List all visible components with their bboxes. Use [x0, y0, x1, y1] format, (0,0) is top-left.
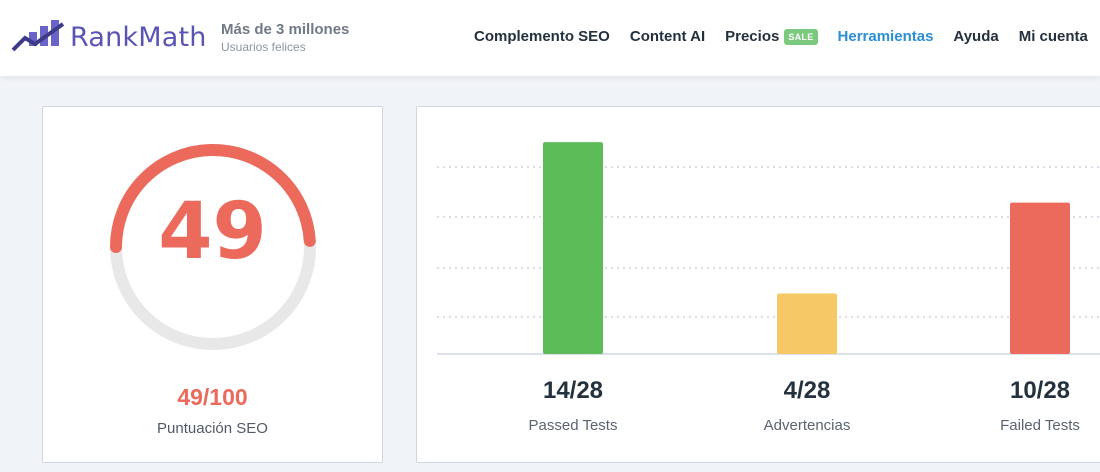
tagline: Más de 3 millones Usuarios felices — [221, 21, 349, 54]
nav-content-ai[interactable]: Content AI — [630, 28, 705, 45]
warnings-value: 4/28 — [783, 377, 831, 404]
sale-badge: SALE — [784, 28, 818, 45]
rankmath-logo-icon[interactable] — [11, 18, 67, 54]
nav-label: Content AI — [629, 28, 706, 45]
tests-summary-card: 14/28 Passed Tests 4/28 Advertencias 10/… — [416, 106, 1100, 463]
nav-label: Complemento SEO — [474, 28, 610, 45]
tagline-main: Más de 3 millones — [221, 21, 350, 38]
brand-rank: Rank — [70, 22, 139, 53]
nav-label: Herramientas — [837, 28, 934, 45]
nav-complemento-seo[interactable]: Complemento SEO — [474, 28, 610, 45]
failed-tests-label: Failed Tests — [1000, 417, 1080, 434]
failed-tests-value: 10/28 — [1009, 377, 1071, 404]
nav-label: Ayuda — [953, 28, 999, 45]
seo-score-card: 49 49/100 Puntuación SEO — [42, 106, 383, 463]
passed-tests-value: 14/28 — [542, 377, 604, 404]
score-label: Puntuación SEO — [157, 420, 268, 437]
tagline-sub: Usuarios felices — [221, 40, 306, 54]
passed-tests-label: Passed Tests — [528, 417, 618, 434]
nav-precios[interactable]: Precios SALE — [725, 28, 818, 45]
warnings-label: Advertencias — [763, 417, 851, 434]
bar-advertencias — [777, 293, 837, 354]
nav-herramientas[interactable]: Herramientas — [838, 28, 934, 45]
site-header: RankMath Más de 3 millones Usuarios feli… — [0, 0, 1100, 76]
nav-mi-cuenta[interactable]: Mi cuenta — [1019, 28, 1088, 45]
brand-math: Math — [138, 22, 207, 53]
score-fraction: 49/100 — [177, 384, 248, 410]
nav-label: Precios — [725, 28, 780, 45]
nav-ayuda[interactable]: Ayuda — [953, 28, 998, 45]
bar-failed-tests — [1010, 202, 1070, 354]
brand-name[interactable]: RankMath — [70, 22, 207, 53]
bar-passed-tests — [543, 142, 603, 354]
tests-bar-chart — [437, 142, 1100, 355]
nav-label: Mi cuenta — [1018, 28, 1088, 45]
main-nav: Complemento SEO Content AI Precios SALE H… — [474, 28, 1100, 45]
score-value: 49 — [158, 187, 267, 277]
